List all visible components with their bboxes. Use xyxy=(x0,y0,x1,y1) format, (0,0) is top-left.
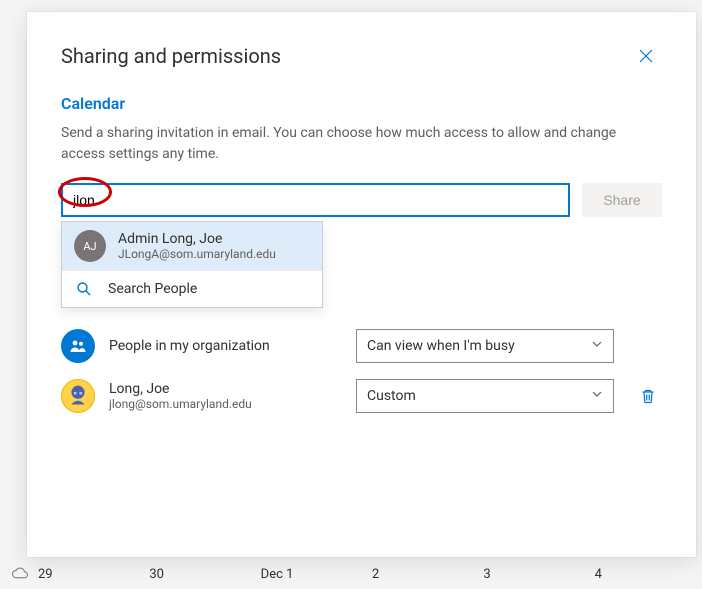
suggestion-name: Admin Long, Joe xyxy=(118,231,276,247)
share-email-input[interactable] xyxy=(61,183,570,217)
calendar-day[interactable]: 3 xyxy=(479,567,590,582)
chevron-down-icon xyxy=(591,338,603,354)
people-suggestions-dropdown: AJ Admin Long, Joe JLongA@som.umaryland.… xyxy=(61,221,323,308)
organization-icon xyxy=(61,329,95,363)
sharing-permissions-dialog: Sharing and permissions Calendar Send a … xyxy=(27,12,696,557)
calendar-day[interactable]: 4 xyxy=(591,567,702,582)
dialog-title: Sharing and permissions xyxy=(61,44,281,68)
permission-access-value: Custom xyxy=(367,388,416,404)
share-button[interactable]: Share xyxy=(582,183,662,217)
permission-name: Long, Joe xyxy=(109,381,342,397)
avatar: AJ xyxy=(74,230,106,262)
dialog-header: Sharing and permissions xyxy=(61,40,662,72)
permission-access-value: Can view when I'm busy xyxy=(367,338,515,354)
calendar-day[interactable]: Dec 1 xyxy=(257,567,368,582)
close-icon xyxy=(639,49,653,63)
dialog-description: Send a sharing invitation in email. You … xyxy=(61,123,651,165)
permission-name: People in my organization xyxy=(109,338,342,354)
calendar-day[interactable]: 29 xyxy=(34,567,145,582)
background-calendar-row: 29 30 Dec 1 2 3 4 xyxy=(0,559,702,589)
remove-permission-button[interactable] xyxy=(634,382,662,410)
permissions-list: People in my organization Can view when … xyxy=(61,321,662,421)
weather-icon xyxy=(6,567,34,581)
calendar-day[interactable]: 2 xyxy=(368,567,479,582)
permission-email: jlong@som.umaryland.edu xyxy=(109,397,342,411)
permission-row-user: Long, Joe jlong@som.umaryland.edu Custom xyxy=(61,371,662,421)
permission-row-organization: People in my organization Can view when … xyxy=(61,321,662,371)
suggestion-text: Admin Long, Joe JLongA@som.umaryland.edu xyxy=(118,231,276,261)
permission-access-select[interactable]: Can view when I'm busy xyxy=(356,329,614,363)
search-people-label: Search People xyxy=(108,281,197,297)
search-people-button[interactable]: Search People xyxy=(62,270,322,307)
suggestion-email: JLongA@som.umaryland.edu xyxy=(118,247,276,261)
permission-access-select[interactable]: Custom xyxy=(356,379,614,413)
suggestion-item[interactable]: AJ Admin Long, Joe JLongA@som.umaryland.… xyxy=(62,222,322,270)
trash-icon xyxy=(640,388,656,404)
calendar-subtitle: Calendar xyxy=(61,94,662,113)
close-button[interactable] xyxy=(630,40,662,72)
search-icon xyxy=(76,281,92,297)
chevron-down-icon xyxy=(591,388,603,404)
calendar-day[interactable]: 30 xyxy=(145,567,256,582)
user-avatar xyxy=(61,379,95,413)
share-input-row: Share AJ Admin Long, Joe JLongA@som.umar… xyxy=(61,183,662,217)
